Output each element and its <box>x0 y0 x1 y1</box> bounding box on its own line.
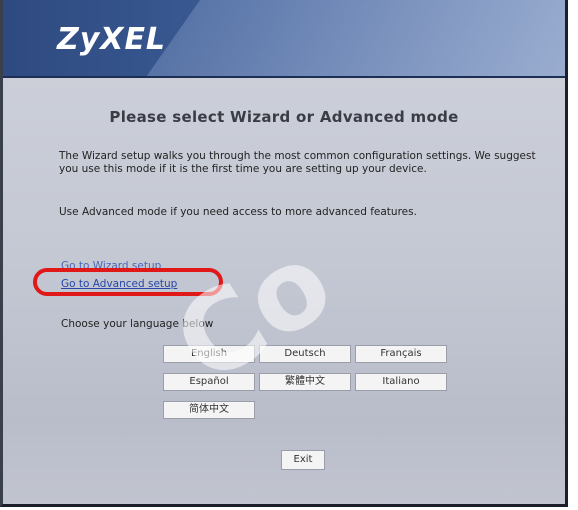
exit-button[interactable]: Exit <box>281 450 325 470</box>
language-button-traditional-chinese[interactable]: 繁體中文 <box>259 373 351 391</box>
language-prompt: Choose your language below <box>61 318 214 330</box>
language-button-espanol[interactable]: Español <box>163 373 255 391</box>
highlight-circle <box>33 268 223 296</box>
language-button-simplified-chinese[interactable]: 简体中文 <box>163 401 255 419</box>
advanced-description: Use Advanced mode if you need access to … <box>59 206 417 218</box>
language-button-francais[interactable]: Français <box>355 345 447 363</box>
setup-window: ZyXEL Please select Wizard or Advanced m… <box>0 0 568 507</box>
page-title: Please select Wizard or Advanced mode <box>109 108 459 126</box>
zyxel-logo: ZyXEL <box>57 22 167 57</box>
language-button-english[interactable]: English <box>163 345 255 363</box>
header-accent <box>115 0 565 76</box>
header-bar: ZyXEL <box>3 0 565 78</box>
language-button-italiano[interactable]: Italiano <box>355 373 447 391</box>
wizard-description: The Wizard setup walks you through the m… <box>59 150 536 175</box>
language-button-deutsch[interactable]: Deutsch <box>259 345 351 363</box>
